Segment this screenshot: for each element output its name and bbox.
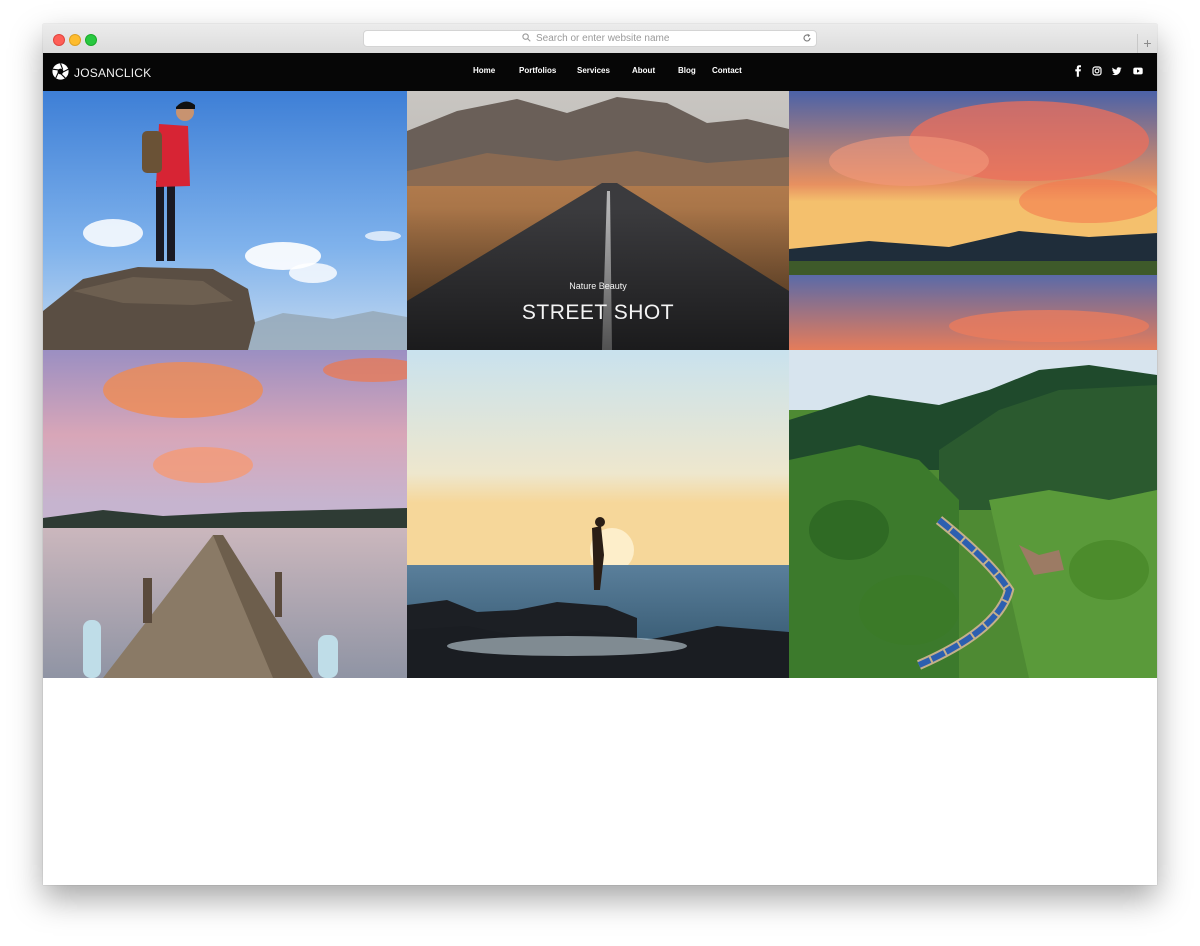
- youtube-icon[interactable]: [1133, 65, 1143, 77]
- instagram-icon[interactable]: [1092, 65, 1102, 77]
- reload-icon[interactable]: [802, 33, 812, 43]
- gallery-item-pier[interactable]: [43, 350, 407, 678]
- gallery-item-forest-train[interactable]: [789, 350, 1157, 678]
- gallery-item-hiker[interactable]: [43, 91, 407, 350]
- nav-services[interactable]: Services: [577, 66, 610, 75]
- twitter-icon[interactable]: [1112, 65, 1122, 77]
- camera-aperture-icon: [52, 63, 69, 80]
- gallery-item-street-shot[interactable]: Nature Beauty STREET SHOT: [407, 91, 789, 350]
- pier-photo: [43, 350, 407, 678]
- maximize-window-button[interactable]: [85, 34, 97, 46]
- address-placeholder: Search or enter website name: [536, 33, 670, 44]
- address-bar[interactable]: Search or enter website name: [363, 30, 817, 47]
- site-header: JOSANCLICK Home Portfolios Services Abou…: [43, 53, 1157, 91]
- photo-gallery: Nature Beauty STREET SHOT: [43, 91, 1157, 678]
- close-window-button[interactable]: [53, 34, 65, 46]
- nav-contact[interactable]: Contact: [712, 66, 742, 75]
- sunset-lake-photo: [789, 91, 1157, 350]
- browser-toolbar: Search or enter website name +: [43, 24, 1157, 54]
- nav-about[interactable]: About: [632, 66, 655, 75]
- nav-portfolios[interactable]: Portfolios: [519, 66, 556, 75]
- browser-window: Search or enter website name + JOSANCLIC…: [43, 24, 1157, 885]
- gallery-item-sunset-lake[interactable]: [789, 91, 1157, 350]
- search-icon: [522, 33, 531, 42]
- featured-subtitle: Nature Beauty: [569, 281, 627, 291]
- minimize-window-button[interactable]: [69, 34, 81, 46]
- forest-train-photo: [789, 350, 1157, 678]
- new-tab-button[interactable]: +: [1137, 34, 1157, 53]
- sea-rocks-photo: [407, 350, 789, 678]
- nav-home[interactable]: Home: [473, 66, 495, 75]
- nav-blog[interactable]: Blog: [678, 66, 696, 75]
- hiker-photo: [43, 91, 407, 350]
- featured-title: STREET SHOT: [521, 301, 675, 324]
- facebook-icon[interactable]: [1073, 65, 1083, 77]
- gallery-item-sea-rocks[interactable]: [407, 350, 789, 678]
- logo-text: JOSANCLICK: [74, 66, 152, 80]
